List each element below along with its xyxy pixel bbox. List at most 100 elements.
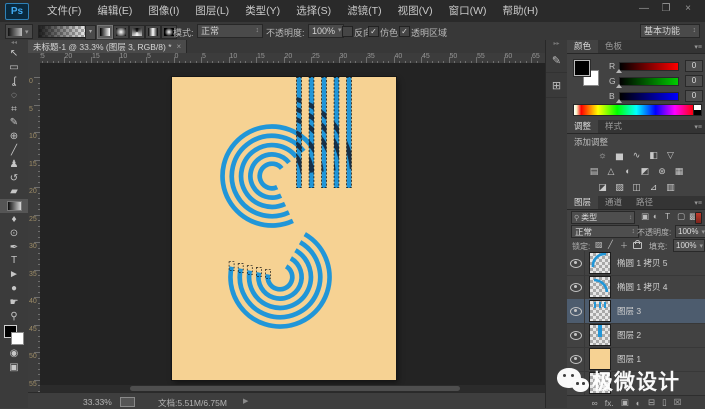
menu-file[interactable]: 文件(F) bbox=[39, 0, 89, 22]
angle-gradient-button[interactable] bbox=[129, 25, 145, 39]
clone-stamp-tool[interactable]: ♟ bbox=[0, 157, 28, 171]
filter-toggle-switch[interactable] bbox=[695, 212, 702, 224]
color-tab-色板[interactable]: 色板 bbox=[598, 40, 629, 53]
path-select-tool[interactable]: ► bbox=[0, 268, 28, 282]
layer-row-图层 2[interactable]: 图层 2 bbox=[567, 323, 705, 348]
screen-mode-button[interactable]: ▣ bbox=[0, 361, 28, 375]
gradient-map-icon[interactable]: ▥ bbox=[662, 181, 679, 194]
layer-thumbnail[interactable] bbox=[589, 324, 611, 346]
horizontal-scrollbar[interactable] bbox=[40, 385, 545, 392]
opacity-select[interactable]: 100% ▾ bbox=[308, 24, 344, 38]
eyedropper-tool[interactable]: ✎ bbox=[0, 116, 28, 130]
linear-gradient-button[interactable] bbox=[97, 25, 113, 39]
reverse-checkbox[interactable] bbox=[342, 26, 353, 37]
layers-tab-图层[interactable]: 图层 bbox=[567, 196, 599, 209]
menu-layer[interactable]: 图层(L) bbox=[187, 0, 237, 22]
layer-filter-kind-select[interactable]: ⚲ 类型 ↕ bbox=[571, 211, 635, 224]
gradient-preview[interactable] bbox=[38, 25, 86, 38]
reflected-gradient-button[interactable] bbox=[145, 25, 161, 39]
dodge-tool[interactable]: ⊙ bbox=[0, 226, 28, 240]
close-button[interactable]: × bbox=[677, 0, 699, 16]
menu-edit[interactable]: 编辑(E) bbox=[89, 0, 140, 22]
quick-select-tool[interactable]: ◌ bbox=[0, 88, 28, 102]
slider-thumb[interactable] bbox=[616, 69, 622, 73]
hand-tool[interactable]: ☛ bbox=[0, 295, 28, 309]
crop-tool[interactable]: ⌗ bbox=[0, 102, 28, 116]
blur-tool[interactable]: ♦ bbox=[0, 213, 28, 227]
tool-preset-dropdown[interactable]: ▾ bbox=[5, 24, 33, 39]
color-spectrum-ramp[interactable] bbox=[573, 104, 695, 116]
radial-gradient-button[interactable] bbox=[113, 25, 129, 39]
layers-tab-通道[interactable]: 通道 bbox=[598, 196, 629, 209]
color-tab-颜色[interactable]: 颜色 bbox=[567, 40, 599, 53]
canvas-viewport[interactable] bbox=[40, 63, 545, 385]
channel-slider-R[interactable] bbox=[619, 62, 679, 71]
posterize-icon[interactable]: ▨ bbox=[611, 181, 628, 194]
transparency-checkbox[interactable]: ✓ bbox=[399, 26, 410, 37]
spectrum-bw-swatches[interactable] bbox=[693, 104, 702, 116]
layer-row-椭圆 1 拷贝 4[interactable]: 椭圆 1 拷贝 4 bbox=[567, 275, 705, 300]
menu-window[interactable]: 窗口(W) bbox=[441, 0, 495, 22]
panel-menu-icon[interactable]: ▾≡ bbox=[694, 43, 702, 51]
layers-tab-路径[interactable]: 路径 bbox=[629, 196, 660, 209]
canvas[interactable] bbox=[172, 77, 396, 380]
blend-mode-select[interactable]: 正常 ↕ bbox=[197, 24, 263, 38]
layer-thumbnail[interactable] bbox=[589, 300, 611, 322]
status-options-arrow[interactable]: ▶ bbox=[243, 397, 248, 405]
dither-checkbox[interactable]: ✓ bbox=[368, 26, 379, 37]
visibility-toggle[interactable] bbox=[567, 251, 585, 275]
filter-type-icon[interactable]: T bbox=[665, 211, 670, 221]
layer-row-椭圆 1 拷贝 5[interactable]: 椭圆 1 拷贝 5 bbox=[567, 251, 705, 276]
quick-mask-button[interactable]: ◉ bbox=[0, 347, 28, 361]
layer-thumbnail[interactable] bbox=[589, 276, 611, 298]
lock-transparent-icon[interactable]: ▨ bbox=[595, 240, 603, 249]
history-brush-tool[interactable]: ↺ bbox=[0, 171, 28, 185]
brightness-contrast-icon[interactable]: ☼ bbox=[594, 149, 611, 162]
exposure-icon[interactable]: ◧ bbox=[645, 149, 662, 162]
layer-thumbnail[interactable] bbox=[589, 252, 611, 274]
move-tool[interactable]: ↖ bbox=[0, 47, 28, 61]
black-white-icon[interactable]: ◐ bbox=[620, 165, 637, 178]
background-color-swatch[interactable] bbox=[11, 331, 24, 345]
menu-type[interactable]: 类型(Y) bbox=[237, 0, 288, 22]
close-tab-icon[interactable]: × bbox=[177, 42, 182, 51]
foreground-background-colors[interactable] bbox=[0, 323, 28, 347]
slider-thumb[interactable] bbox=[616, 99, 622, 103]
filter-adjustment-icon[interactable]: ◐ bbox=[653, 211, 658, 221]
channel-value-G[interactable]: 0 bbox=[685, 75, 703, 87]
zoom-level-field[interactable]: 33.33% bbox=[83, 397, 112, 407]
gradient-tool[interactable] bbox=[0, 198, 28, 213]
visibility-toggle[interactable] bbox=[567, 323, 585, 347]
lasso-tool[interactable]: ʆ bbox=[0, 75, 28, 89]
layer-blend-mode-select[interactable]: 正常 ↕ bbox=[571, 225, 639, 238]
channel-slider-G[interactable] bbox=[619, 77, 679, 86]
adjustments-tab-样式[interactable]: 样式 bbox=[598, 120, 629, 133]
brush-panel-icon[interactable]: ✎ bbox=[546, 48, 567, 73]
menu-select[interactable]: 选择(S) bbox=[288, 0, 339, 22]
filter-shape-icon[interactable]: ▢ bbox=[677, 211, 685, 222]
hue-saturation-icon[interactable]: ▤ bbox=[586, 165, 603, 178]
ellipse-shape-tool[interactable]: ● bbox=[0, 282, 28, 296]
color-balance-icon[interactable]: △ bbox=[603, 165, 620, 178]
visibility-toggle[interactable] bbox=[567, 299, 585, 323]
lock-move-icon[interactable]: ＋ bbox=[620, 240, 628, 251]
expand-panels-icon[interactable]: ▸▸ bbox=[546, 40, 567, 48]
visibility-toggle[interactable] bbox=[567, 275, 585, 299]
invert-icon[interactable]: ◪ bbox=[594, 181, 611, 194]
color-foreground-swatch[interactable] bbox=[573, 59, 591, 77]
color-lookup-icon[interactable]: ▦ bbox=[671, 165, 688, 178]
rect-marquee-tool[interactable]: ▭ bbox=[0, 61, 28, 75]
adjustments-tab-调整[interactable]: 调整 bbox=[567, 120, 599, 133]
brush-tool[interactable]: ╱ bbox=[0, 144, 28, 158]
scrollbar-thumb[interactable] bbox=[130, 386, 460, 391]
menu-filter[interactable]: 滤镜(T) bbox=[339, 0, 389, 22]
filter-pixel-icon[interactable]: ▣ bbox=[641, 211, 649, 222]
slider-thumb[interactable] bbox=[616, 84, 622, 88]
zoom-tool-tool[interactable]: ⚲ bbox=[0, 309, 28, 323]
minimize-button[interactable]: — bbox=[633, 0, 655, 16]
healing-brush-tool[interactable]: ⊕ bbox=[0, 130, 28, 144]
eraser-tool[interactable]: ▰ bbox=[0, 185, 28, 199]
threshold-icon[interactable]: ◫ bbox=[628, 181, 645, 194]
vibrance-icon[interactable]: ▽ bbox=[662, 149, 679, 162]
document-tab[interactable]: 未标题-1 @ 33.3% (图层 3, RGB/8) * × bbox=[28, 40, 188, 53]
